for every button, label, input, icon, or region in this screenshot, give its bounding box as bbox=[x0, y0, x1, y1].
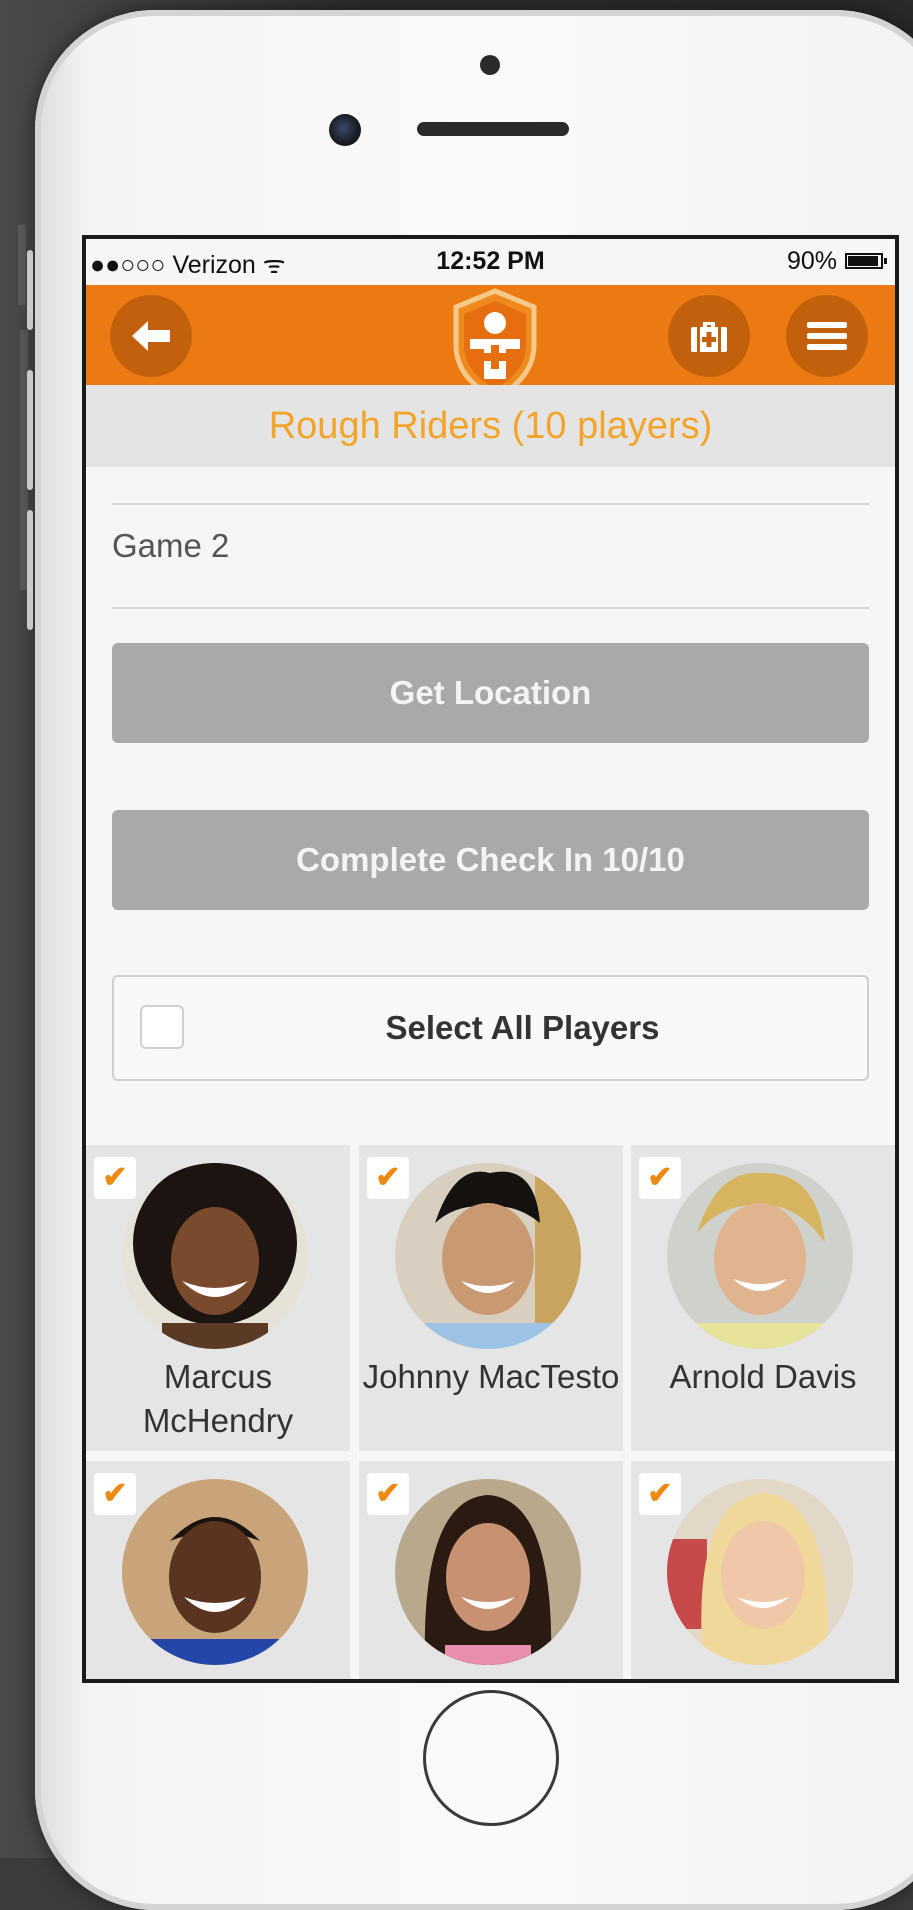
team-title: Rough Riders (10 players) bbox=[86, 385, 895, 467]
hamburger-menu-icon bbox=[807, 322, 847, 350]
earpiece-speaker bbox=[417, 122, 569, 136]
app-screen: ●●○○○ Verizon ᯤ 12:52 PM 90% Rough Rider… bbox=[82, 235, 899, 1683]
divider bbox=[112, 607, 869, 609]
battery-icon bbox=[845, 253, 887, 269]
first-aid-button[interactable] bbox=[668, 295, 750, 377]
get-location-button[interactable]: Get Location bbox=[112, 643, 869, 743]
player-grid: ✔ Marcus McHendry ✔ Johnny MacTesto ✔ Ar… bbox=[86, 1145, 895, 1679]
phone-side-button bbox=[27, 370, 33, 490]
phone-side-button bbox=[27, 250, 33, 330]
sensor-dot bbox=[480, 55, 500, 75]
player-checkbox[interactable]: ✔ bbox=[639, 1473, 681, 1515]
player-avatar bbox=[395, 1479, 581, 1665]
player-name: Arnold Davis bbox=[669, 1358, 857, 1395]
player-avatar bbox=[122, 1479, 308, 1665]
arrow-left-icon bbox=[132, 321, 170, 351]
player-name: Marcus McHendry bbox=[142, 1358, 294, 1439]
player-card[interactable]: ✔ bbox=[631, 1461, 895, 1679]
background-stripe bbox=[18, 225, 26, 305]
complete-check-in-button[interactable]: Complete Check In 10/10 bbox=[112, 810, 869, 910]
player-card[interactable]: ✔ Johnny MacTesto bbox=[359, 1145, 623, 1451]
back-button[interactable] bbox=[110, 295, 192, 377]
select-all-label: Select All Players bbox=[385, 1009, 660, 1046]
player-name: Johnny MacTesto bbox=[362, 1358, 620, 1395]
divider bbox=[112, 503, 869, 505]
status-bar: ●●○○○ Verizon ᯤ 12:52 PM 90% bbox=[86, 239, 895, 285]
player-avatar bbox=[395, 1163, 581, 1349]
player-checkbox[interactable]: ✔ bbox=[639, 1157, 681, 1199]
home-button[interactable] bbox=[423, 1690, 559, 1826]
first-aid-kit-icon bbox=[691, 322, 727, 352]
clock: 12:52 PM bbox=[436, 247, 545, 275]
player-checkbox[interactable]: ✔ bbox=[94, 1473, 136, 1515]
player-avatar bbox=[122, 1163, 308, 1349]
phone-side-button bbox=[27, 510, 33, 630]
select-all-players[interactable]: Select All Players bbox=[112, 975, 869, 1081]
player-card[interactable]: ✔ bbox=[359, 1461, 623, 1679]
player-checkbox[interactable]: ✔ bbox=[94, 1157, 136, 1199]
battery-percent: 90% bbox=[786, 247, 837, 275]
player-card[interactable]: ✔ Marcus McHendry bbox=[86, 1145, 350, 1451]
player-checkbox[interactable]: ✔ bbox=[367, 1157, 409, 1199]
game-name-field[interactable]: Game 2 bbox=[112, 527, 229, 565]
menu-button[interactable] bbox=[786, 295, 868, 377]
player-card[interactable]: ✔ bbox=[86, 1461, 350, 1679]
player-avatar bbox=[667, 1163, 853, 1349]
front-camera bbox=[329, 114, 361, 146]
player-card[interactable]: ✔ Arnold Davis bbox=[631, 1145, 895, 1451]
player-avatar bbox=[667, 1479, 853, 1665]
nav-bar bbox=[86, 285, 895, 402]
player-checkbox[interactable]: ✔ bbox=[367, 1473, 409, 1515]
